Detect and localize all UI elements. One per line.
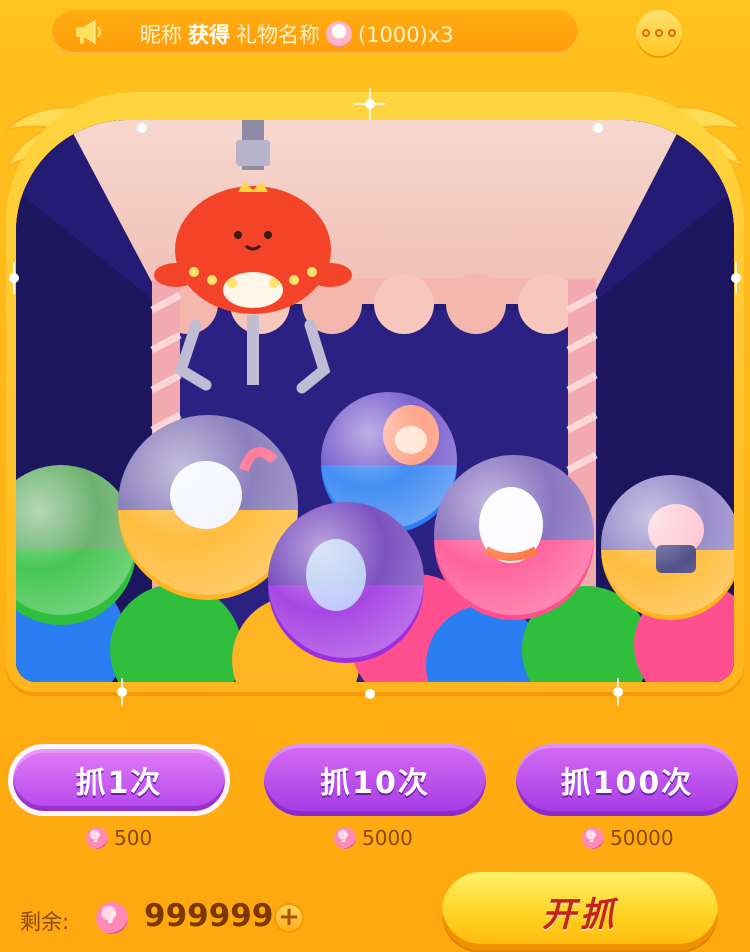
capsule-pink-pig [601, 475, 734, 620]
music-note-coin-icon: ♪ [96, 902, 128, 934]
grab-1-price: ♪ 500 [86, 826, 153, 850]
grab-10-price: ♪ 5000 [334, 826, 413, 850]
start-grab-label: 开抓 [542, 894, 618, 935]
music-note-coin-icon: ♪ [582, 827, 604, 849]
capsule-deer-forest [268, 502, 424, 663]
grab-100-label: 抓100次 [560, 766, 694, 801]
megaphone-icon [76, 20, 102, 44]
grab-100-price: ♪ 50000 [582, 826, 674, 850]
machine-scene [16, 120, 734, 682]
grab-1-price-value: 500 [114, 826, 153, 850]
unicorn-gift-icon [326, 21, 352, 47]
grab-10-price-value: 5000 [362, 826, 413, 850]
claw-machine-window [16, 120, 734, 682]
announcement-gift-value: (1000)x3 [358, 23, 454, 47]
announcement-gift-name: 礼物名称 [236, 23, 320, 47]
grab-10-button[interactable]: 抓10次 [264, 744, 486, 816]
announcement-bar: 昵称 获得 礼物名称 (1000)x3 [52, 10, 578, 54]
recharge-plus-icon[interactable]: + [274, 903, 304, 933]
capsule-white-horse [434, 455, 594, 620]
balance-value: 999999 [144, 898, 274, 934]
grab-1-label: 抓1次 [75, 766, 163, 801]
grab-10-label: 抓10次 [320, 766, 430, 801]
balance-label: 剩余: [20, 910, 70, 934]
announcement-text: 昵称 获得 礼物名称 (1000)x3 [140, 19, 454, 49]
music-note-coin-icon: ♪ [86, 827, 108, 849]
start-grab-button[interactable]: 开抓 [442, 872, 718, 950]
more-dots-icon[interactable] [636, 10, 682, 56]
grab-100-price-value: 50000 [610, 826, 674, 850]
announcement-verb: 获得 [188, 23, 230, 47]
grab-1-button[interactable]: 抓1次 [8, 744, 230, 816]
grab-100-button[interactable]: 抓100次 [516, 744, 738, 816]
announcement-nickname: 昵称 [140, 23, 182, 47]
music-note-coin-icon: ♪ [334, 827, 356, 849]
